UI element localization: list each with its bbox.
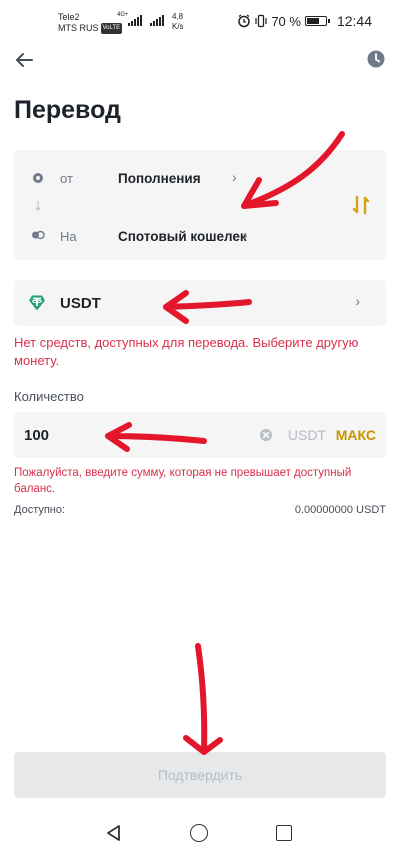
battery-icon — [304, 16, 330, 26]
max-button[interactable]: МАКС — [336, 427, 376, 443]
from-label: от — [60, 171, 73, 186]
coin-chevron-icon: › — [355, 293, 360, 309]
nav-back-icon[interactable] — [105, 824, 123, 842]
net-speed: 4,8 K/s — [172, 12, 184, 32]
clear-icon[interactable] — [260, 429, 272, 441]
to-wallet-icon — [32, 230, 45, 240]
vibrate-icon — [255, 14, 267, 28]
volte-badge: VoLTE — [100, 23, 123, 35]
arrow-down-icon — [35, 201, 41, 211]
to-wallet[interactable]: Спотовый кошелек — [118, 229, 247, 244]
available-label: Доступно: — [14, 504, 66, 516]
coin-error-message: Нет средств, доступных для перевода. Выб… — [14, 335, 359, 368]
status-bar: Tele2 MTS RUS VoLTE 4G+ 4,8 K/s 70 % 12:4… — [0, 0, 400, 40]
swap-vertical-icon[interactable] — [350, 194, 372, 216]
network-gen: 4G+ — [117, 12, 129, 18]
from-wallet[interactable]: Пополнения — [118, 171, 201, 186]
to-label: На — [60, 229, 77, 244]
clock-icon[interactable] — [366, 49, 386, 69]
top-bar — [0, 42, 400, 78]
annotation-arrow-confirm — [183, 643, 223, 755]
signal-1-icon — [128, 14, 142, 26]
net-speed-unit: K/s — [172, 22, 184, 31]
coin-name: USDT — [60, 295, 101, 312]
status-right: 70 % 12:44 — [237, 13, 372, 29]
transfer-accounts-card: от Пополнения › На Спотовый кошелек › — [14, 150, 386, 260]
coin-selector[interactable]: USDT › — [14, 280, 386, 326]
amount-label: Количество — [14, 389, 84, 404]
carrier-1: Tele2 — [58, 12, 80, 22]
alarm-icon — [238, 14, 251, 28]
available-balance: 0.00000000 USDT — [294, 504, 386, 516]
arrow-left-icon[interactable] — [12, 48, 36, 72]
tether-icon — [29, 295, 45, 311]
amount-error-message: Пожалуйста, введите сумму, которая не пр… — [14, 467, 352, 495]
amount-field-container: USDT МАКС — [14, 412, 386, 458]
carrier-info: Tele2 MTS RUS VoLTE — [58, 12, 123, 35]
nav-home-icon[interactable] — [190, 824, 208, 842]
clock-time: 12:44 — [336, 13, 372, 29]
carrier-2: MTS RUS — [58, 23, 99, 33]
signal-2-icon — [150, 14, 164, 26]
page-title: Перевод — [14, 96, 121, 124]
from-dot-icon — [33, 173, 43, 183]
from-chevron-icon: › — [232, 169, 237, 185]
confirm-button[interactable]: Подтвердить — [14, 752, 386, 798]
battery-percent: 70 % — [271, 13, 301, 29]
net-speed-value: 4,8 — [172, 12, 184, 21]
to-chevron-icon: › — [243, 227, 248, 243]
amount-input[interactable] — [24, 424, 204, 446]
nav-recents-icon[interactable] — [276, 825, 292, 841]
amount-unit: USDT — [287, 427, 326, 443]
system-nav-bar — [0, 810, 400, 856]
